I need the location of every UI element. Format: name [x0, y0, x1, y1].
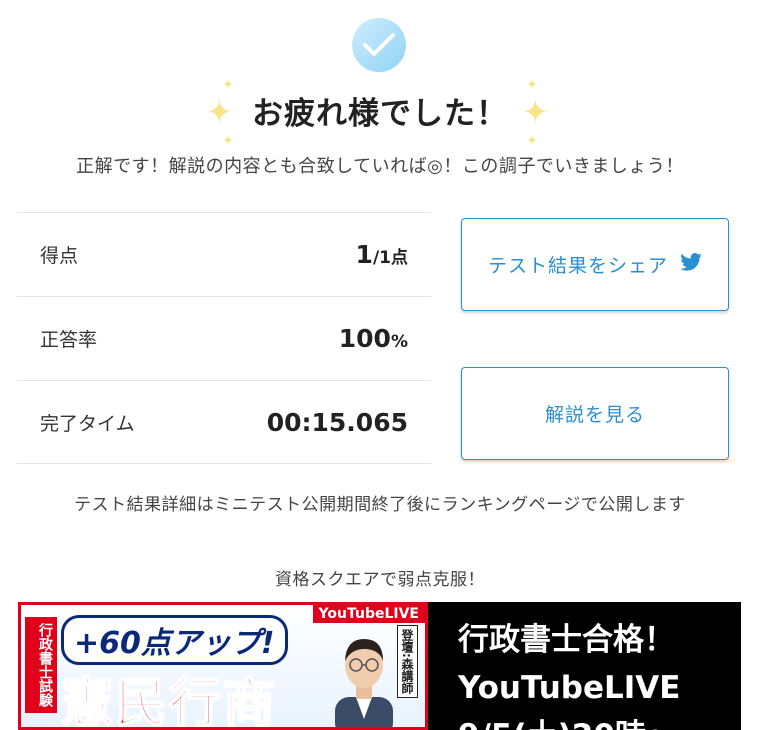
twitter-icon — [680, 253, 702, 276]
success-check-icon — [352, 18, 406, 72]
stat-label: 得点 — [40, 245, 79, 267]
lecturer-photo — [335, 639, 393, 727]
stat-row-accuracy: 正答率 100% — [17, 296, 431, 380]
result-message: 正解です！解説の内容とも合致していれば◎！この調子でいきましょう！ — [76, 156, 684, 177]
share-result-button[interactable]: テスト結果をシェア — [461, 218, 729, 311]
stats-table: 得点 1/1点 正答率 100% 完了タイム 00:15.065 — [17, 212, 431, 464]
score-suffix: /1点 — [372, 248, 408, 268]
stat-row-score: 得点 1/1点 — [17, 212, 431, 296]
sparkle-icon: ✦ — [526, 133, 538, 149]
banner-left-panel: YouTubeLIVE 行政書士試験 +60点アップ! 憲民行商 登壇:森講師 — [18, 602, 428, 730]
youtube-live-tag: YouTubeLIVE — [312, 605, 425, 623]
stat-value: 100% — [339, 324, 408, 353]
promo-banner[interactable]: YouTubeLIVE 行政書士試験 +60点アップ! 憲民行商 登壇:森講師 … — [18, 602, 741, 730]
banner-headline: +60点アップ! — [61, 615, 288, 665]
stat-value: 1/1点 — [356, 240, 408, 269]
stat-label: 正答率 — [40, 329, 98, 351]
banner-line-3: 9/5(土)20時〜 — [458, 712, 680, 730]
banner-big-text: 憲民行商 — [60, 673, 278, 730]
banner-right-text: 行政書士合格！ YouTubeLIVE 9/5(土)20時〜 — [458, 616, 680, 730]
banner-line-1: 行政書士合格！ — [458, 622, 675, 658]
time-value: 00:15.065 — [266, 407, 408, 437]
accuracy-value: 100 — [338, 324, 391, 353]
accuracy-suffix: % — [390, 332, 408, 352]
sparkle-icon: ✦ — [222, 133, 234, 149]
explanation-button-label: 解説を見る — [544, 404, 645, 426]
score-value: 1 — [355, 240, 373, 269]
promo-title: 資格スクエアで弱点克服！ — [275, 570, 485, 590]
view-explanation-button[interactable]: 解説を見る — [461, 367, 729, 460]
lecturer-label: 登壇:森講師 — [397, 625, 418, 698]
stat-label: 完了タイム — [40, 412, 135, 435]
result-title: お疲れ様でした！ — [252, 96, 508, 132]
results-note: テスト結果詳細はミニテスト公開期間終了後にランキングページで公開します — [74, 495, 686, 515]
banner-line-2: YouTubeLIVE — [458, 670, 681, 706]
exam-side-label: 行政書士試験 — [25, 617, 57, 713]
stat-row-time: 完了タイム 00:15.065 — [17, 380, 431, 464]
share-button-label: テスト結果をシェア — [487, 255, 668, 277]
